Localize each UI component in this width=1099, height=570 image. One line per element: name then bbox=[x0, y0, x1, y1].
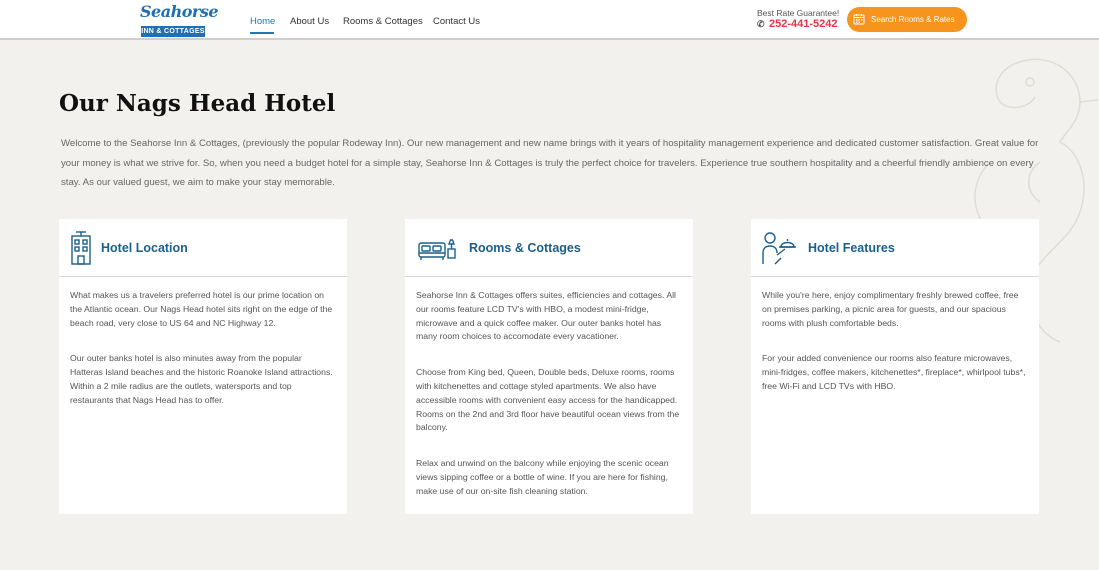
card-paragraph: For your added convenience our rooms als… bbox=[762, 353, 1026, 391]
site-logo[interactable]: Seahorse INN & COTTAGES bbox=[140, 2, 219, 38]
logo-subtitle: INN & COTTAGES bbox=[141, 26, 205, 37]
phone-icon: ✆ bbox=[757, 19, 765, 29]
building-icon bbox=[71, 231, 91, 265]
card-paragraph: Our outer banks hotel is also minutes aw… bbox=[70, 353, 333, 405]
intro-paragraph: Welcome to the Seahorse Inn & Cottages, … bbox=[61, 138, 1039, 189]
nav-contact-us[interactable]: Contact Us bbox=[433, 16, 480, 27]
card-paragraph: What makes us a travelers preferred hote… bbox=[70, 290, 333, 328]
concierge-icon bbox=[762, 232, 796, 265]
card-paragraph: While you're here, enjoy complimentary f… bbox=[762, 290, 1019, 328]
calendar-icon bbox=[853, 14, 865, 25]
card-title: Hotel Features bbox=[808, 241, 895, 255]
phone-link[interactable]: ✆ 252-441-5242 bbox=[757, 18, 838, 30]
card-title: Rooms & Cottages bbox=[469, 241, 581, 255]
card-paragraph: Choose from King bed, Queen, Double beds… bbox=[416, 367, 680, 433]
card-header: Hotel Features bbox=[751, 219, 1039, 277]
logo-wordmark: Seahorse bbox=[140, 2, 219, 21]
search-rooms-button[interactable]: Search Rooms & Rates bbox=[847, 7, 967, 32]
card-rooms-cottages: Rooms & Cottages Seahorse Inn & Cottages… bbox=[405, 219, 693, 514]
card-hotel-features: Hotel Features While you're here, enjoy … bbox=[751, 219, 1039, 514]
phone-number: 252-441-5242 bbox=[769, 18, 838, 30]
rate-guarantee-label: Best Rate Guarantee! bbox=[757, 8, 840, 18]
search-rooms-label: Search Rooms & Rates bbox=[871, 15, 955, 24]
site-header: Seahorse INN & COTTAGES Home About Us Ro… bbox=[0, 0, 1099, 40]
card-hotel-location: Hotel Location What makes us a travelers… bbox=[59, 219, 347, 514]
nav-active-indicator bbox=[250, 32, 274, 34]
card-header: Hotel Location bbox=[59, 219, 347, 277]
nav-home[interactable]: Home bbox=[250, 16, 275, 27]
card-paragraph: Relax and unwind on the balcony while en… bbox=[416, 458, 669, 496]
card-paragraph: Seahorse Inn & Cottages offers suites, e… bbox=[416, 290, 676, 342]
card-body: What makes us a travelers preferred hote… bbox=[70, 289, 336, 430]
card-title: Hotel Location bbox=[101, 241, 188, 255]
nav-rooms-cottages[interactable]: Rooms & Cottages bbox=[343, 16, 423, 27]
page-title: Our Nags Head Hotel bbox=[59, 90, 336, 117]
card-body: While you're here, enjoy complimentary f… bbox=[762, 289, 1028, 416]
nav-about-us[interactable]: About Us bbox=[290, 16, 329, 27]
card-body: Seahorse Inn & Cottages offers suites, e… bbox=[416, 289, 682, 521]
bed-icon bbox=[418, 239, 456, 260]
card-header: Rooms & Cottages bbox=[405, 219, 693, 277]
